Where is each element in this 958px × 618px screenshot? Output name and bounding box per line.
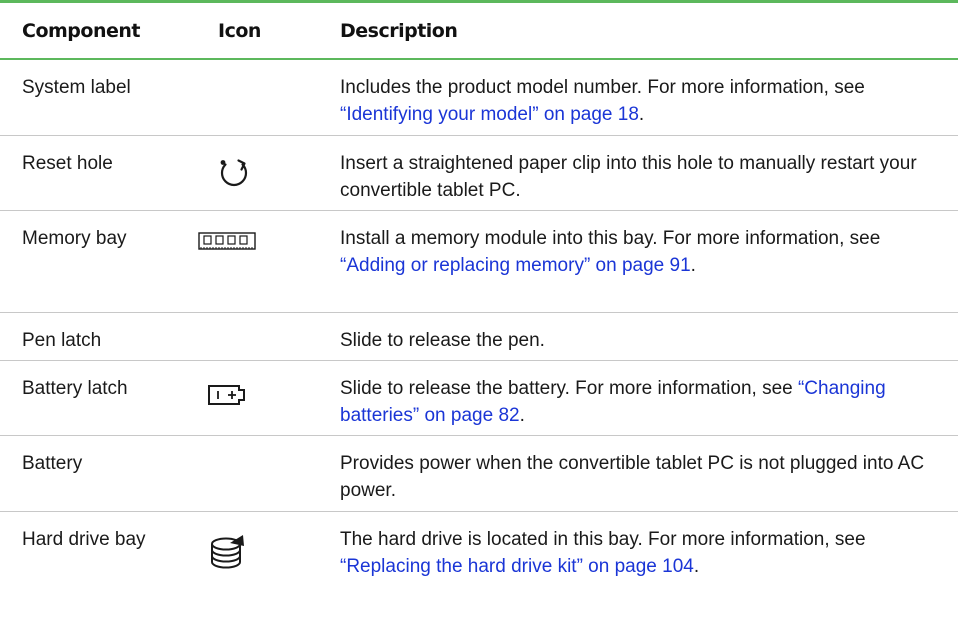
memory-module-icon bbox=[198, 232, 256, 250]
page-link[interactable]: “Identifying your model” on page 18 bbox=[340, 104, 639, 125]
component-description: Insert a straightened paper clip into th… bbox=[340, 136, 958, 210]
page-link[interactable]: “Replacing the hard drive kit” on page 1… bbox=[340, 556, 694, 577]
table-row: Pen latch Slide to release the pen. bbox=[0, 313, 958, 361]
table-row: Memory bay Install a memory module into … bbox=[0, 211, 958, 313]
header-description: Description bbox=[340, 19, 458, 42]
description-tail: . bbox=[693, 556, 700, 577]
description-text: Insert a straightened paper clip into th… bbox=[340, 153, 917, 201]
header-component: Component bbox=[22, 19, 140, 42]
icon-cell bbox=[198, 211, 340, 312]
page-link[interactable]: “Adding or replacing memory” on page 91 bbox=[340, 255, 691, 276]
icon-cell bbox=[200, 60, 340, 135]
table-row: Hard drive bay The hard drive is located… bbox=[0, 512, 958, 617]
icon-cell bbox=[200, 313, 340, 360]
description-text: Includes the product model number. For m… bbox=[340, 77, 865, 98]
description-text: Provides power when the convertible tabl… bbox=[340, 453, 925, 501]
table-row: Reset hole Insert a straightened paper c… bbox=[0, 136, 958, 211]
description-tail: . bbox=[690, 255, 696, 276]
component-description: The hard drive is located in this bay. F… bbox=[340, 512, 958, 617]
description-text: Install a memory module into this bay. F… bbox=[340, 228, 881, 249]
reset-icon bbox=[220, 159, 248, 187]
component-name: Battery latch bbox=[22, 378, 128, 399]
component-description: Install a memory module into this bay. F… bbox=[340, 211, 958, 312]
component-description: Slide to release the pen. bbox=[340, 313, 958, 360]
description-text: Slide to release the battery. For more i… bbox=[340, 378, 798, 399]
icon-cell bbox=[200, 512, 340, 617]
table-row: Battery latch Slide to release the batte… bbox=[0, 361, 958, 436]
component-description: Slide to release the battery. For more i… bbox=[340, 361, 958, 435]
description-text: The hard drive is located in this bay. F… bbox=[340, 529, 866, 550]
description-text: Slide to release the pen. bbox=[340, 330, 545, 351]
icon-cell bbox=[200, 436, 340, 511]
component-description: Includes the product model number. For m… bbox=[340, 60, 958, 135]
header-icon: Icon bbox=[218, 19, 261, 42]
icon-cell bbox=[200, 136, 340, 210]
component-name: Reset hole bbox=[22, 153, 113, 174]
table-row: Battery Provides power when the converti… bbox=[0, 436, 958, 512]
component-name: Battery bbox=[22, 453, 83, 474]
component-name: Hard drive bay bbox=[22, 529, 146, 550]
component-name: System label bbox=[22, 77, 131, 98]
battery-icon bbox=[208, 385, 245, 405]
component-table: Component Icon Description System label … bbox=[0, 0, 958, 617]
component-description: Provides power when the convertible tabl… bbox=[340, 436, 958, 511]
table-header-row: Component Icon Description bbox=[0, 3, 958, 60]
component-name: Pen latch bbox=[22, 330, 102, 351]
component-name: Memory bay bbox=[22, 228, 127, 249]
table-row: System label Includes the product model … bbox=[0, 60, 958, 136]
description-tail: . bbox=[519, 405, 525, 426]
description-tail: . bbox=[638, 104, 645, 125]
icon-cell bbox=[200, 361, 340, 435]
hard-drive-icon bbox=[211, 535, 244, 569]
